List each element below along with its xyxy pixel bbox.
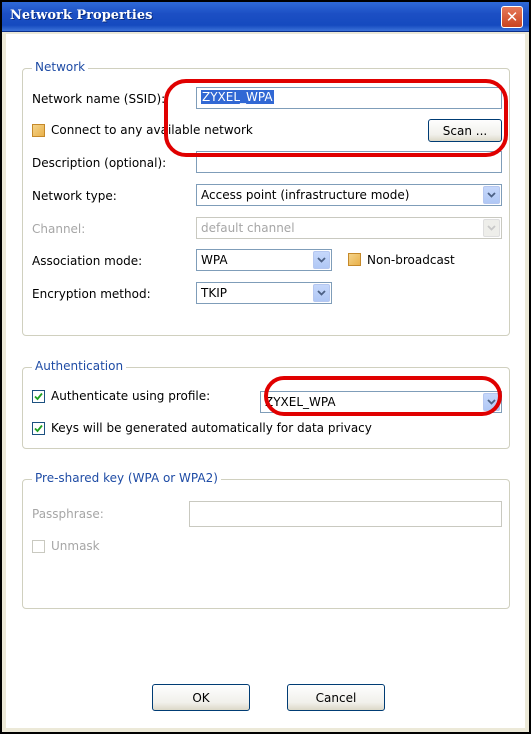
psk-group: Pre-shared key (WPA or WPA2) Passphrase:…	[22, 471, 510, 609]
association-value: WPA	[201, 253, 228, 267]
ssid-label: Network name (SSID):	[32, 92, 166, 106]
non-broadcast-label: Non-broadcast	[367, 253, 455, 267]
auth-profile-checkbox[interactable]	[32, 390, 45, 403]
keys-auto-label: Keys will be generated automatically for…	[51, 421, 372, 435]
non-broadcast-checkbox[interactable]	[348, 253, 361, 266]
cancel-button-label: Cancel	[315, 690, 357, 705]
dialog-body: Network Network name (SSID): ZYXEL_WPA C…	[6, 34, 525, 728]
close-button[interactable]: ✕	[501, 6, 523, 28]
keys-auto-checkbox[interactable]	[32, 422, 45, 435]
passphrase-label: Passphrase:	[32, 507, 104, 521]
highlight-oval-profile	[264, 376, 502, 416]
unmask-checkbox[interactable]	[32, 540, 45, 553]
network-type-value: Access point (infrastructure mode)	[201, 188, 410, 202]
window-title: Network Properties	[10, 8, 153, 23]
description-label: Description (optional):	[32, 156, 167, 170]
title-bar[interactable]: Network Properties ✕	[2, 2, 529, 32]
network-type-select[interactable]: Access point (infrastructure mode)	[196, 184, 502, 206]
unmask-label: Unmask	[51, 539, 100, 553]
psk-legend: Pre-shared key (WPA or WPA2)	[32, 471, 221, 485]
passphrase-input[interactable]	[189, 501, 502, 527]
chevron-down-icon[interactable]	[313, 251, 330, 269]
association-select[interactable]: WPA	[196, 249, 332, 271]
ok-button[interactable]: OK	[152, 684, 250, 711]
chevron-down-icon[interactable]	[313, 284, 330, 302]
auth-profile-label: Authenticate using profile:	[51, 389, 211, 403]
network-legend: Network	[32, 60, 89, 74]
encryption-select[interactable]: TKIP	[196, 282, 332, 304]
network-properties-window: Network Properties ✕ Network Network nam…	[0, 0, 531, 734]
check-icon	[34, 424, 43, 433]
network-type-label: Network type:	[32, 189, 117, 203]
check-icon	[34, 392, 43, 401]
association-label: Association mode:	[32, 254, 143, 268]
ok-button-label: OK	[192, 690, 210, 705]
authentication-legend: Authentication	[32, 359, 127, 373]
highlight-oval-ssid	[164, 79, 508, 157]
channel-label: Channel:	[32, 222, 86, 236]
chevron-down-icon	[483, 219, 500, 237]
encryption-label: Encryption method:	[32, 287, 151, 301]
connect-any-checkbox[interactable]	[32, 124, 45, 137]
encryption-value: TKIP	[201, 286, 227, 300]
channel-value: default channel	[201, 221, 295, 235]
chevron-down-icon[interactable]	[483, 186, 500, 204]
close-icon: ✕	[505, 8, 519, 26]
cancel-button[interactable]: Cancel	[287, 684, 385, 711]
channel-select[interactable]: default channel	[196, 217, 502, 239]
